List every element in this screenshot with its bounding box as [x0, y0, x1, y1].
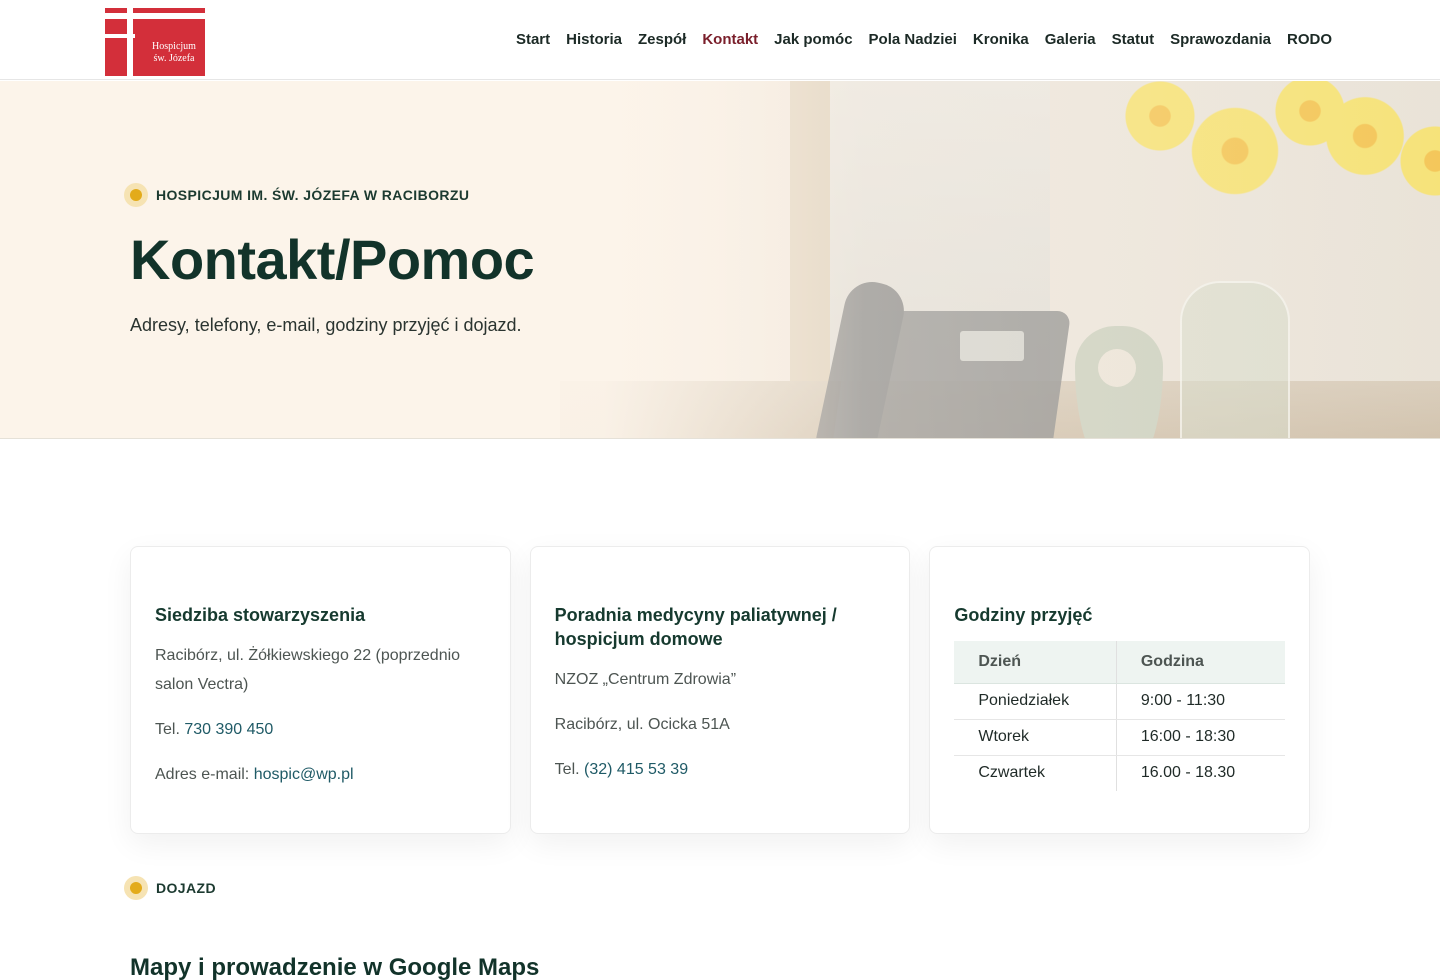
phone-label: Tel. [554, 761, 585, 778]
card-association-email: Adres e-mail: hospic@wp.pl [155, 760, 486, 789]
yellow-dot-icon [124, 876, 148, 900]
hours-day: Czwartek [954, 755, 1117, 791]
hero-banner: HOSPICJUM IM. ŚW. JÓZEFA W RACIBORZU Kon… [0, 81, 1440, 439]
site-header: Hospicjum św. Józefa Start Historia Zesp… [0, 0, 1440, 80]
association-phone-link[interactable]: 730 390 450 [184, 721, 273, 738]
hours-time: 16.00 - 18.30 [1140, 764, 1236, 782]
main-nav: Start Historia Zespół Kontakt Jak pomóc … [508, 30, 1340, 50]
logo-cross-bar [105, 13, 205, 19]
card-association-title: Siedziba stowarzyszenia [155, 605, 366, 625]
hero-eyebrow-text: HOSPICJUM IM. ŚW. JÓZEFA W RACIBORZU [156, 187, 470, 203]
hospice-logo[interactable]: Hospicjum św. Józefa [105, 8, 205, 76]
hours-day: Poniedziałek [954, 683, 1117, 720]
nav-item-galeria[interactable]: Galeria [1037, 30, 1104, 50]
logo-text: Hospicjum św. Józefa [145, 41, 203, 65]
nav-item-kontakt[interactable]: Kontakt [694, 30, 766, 50]
page-title: Kontakt/Pomoc [130, 228, 535, 291]
column-header-hour: Godzina [1116, 641, 1286, 684]
card-clinic-title: Poradnia medycyny paliatywnej / hospicju… [554, 605, 837, 649]
email-label: Adres e-mail: [155, 766, 254, 783]
nav-item-pola-nadziei[interactable]: Pola Nadziei [861, 30, 965, 50]
nav-item-start[interactable]: Start [508, 30, 558, 50]
card-clinic: Poradnia medycyny paliatywnej / hospicju… [529, 546, 911, 834]
nav-item-jak-pomoc[interactable]: Jak pomóc [766, 30, 860, 50]
directions-title: Mapy i prowadzenie w Google Maps [130, 954, 540, 980]
hours-table-header: Dzień Godzina [954, 641, 1286, 684]
directions-eyebrow-text: DOJAZD [156, 880, 216, 896]
card-association-phone: Tel. 730 390 450 [155, 715, 486, 744]
clinic-phone-link[interactable]: (32) 415 53 39 [584, 761, 688, 778]
table-row: Poniedziałek 9:00 - 11:30 [954, 683, 1286, 720]
card-clinic-address: Racibórz, ul. Ocicka 51A [554, 716, 730, 733]
table-row: Wtorek 16:00 - 18:30 [954, 719, 1286, 756]
nav-item-statut[interactable]: Statut [1104, 30, 1163, 50]
association-email-link[interactable]: hospic@wp.pl [254, 766, 354, 783]
card-hours-title: Godziny przyjęć [954, 605, 1093, 625]
hours-table: Dzień Godzina Poniedziałek 9:00 - 11:30 … [954, 641, 1286, 791]
nav-item-zespol[interactable]: Zespół [630, 30, 694, 50]
hours-day: Wtorek [954, 719, 1117, 756]
logo-snake-icon [127, 25, 133, 68]
directions-eyebrow: DOJAZD [124, 876, 216, 900]
card-hours: Godziny przyjęć Dzień Godzina Poniedział… [929, 546, 1311, 834]
card-association: Siedziba stowarzyszenia Racibórz, ul. Żó… [130, 546, 511, 834]
hours-time: 16:00 - 18:30 [1116, 719, 1286, 756]
column-header-day: Dzień [954, 641, 1117, 684]
card-clinic-org: NZOZ „Centrum Zdrowia” [554, 671, 737, 688]
nav-item-rodo[interactable]: RODO [1279, 30, 1340, 50]
logo-line-1: Hospicjum [152, 41, 196, 52]
hero-eyebrow: HOSPICJUM IM. ŚW. JÓZEFA W RACIBORZU [124, 183, 469, 207]
hours-time: 9:00 - 11:30 [1116, 683, 1286, 720]
logo-line-2: św. Józefa [153, 53, 195, 64]
contact-cards: Siedziba stowarzyszenia Racibórz, ul. Żó… [130, 546, 1311, 834]
table-row: Czwartek 16.00 - 18.30 [954, 755, 1285, 791]
card-association-address: Racibórz, ul. Żółkiewskiego 22 (poprzedn… [155, 647, 461, 693]
nav-item-sprawozdania[interactable]: Sprawozdania [1162, 30, 1279, 50]
card-clinic-phone: Tel. (32) 415 53 39 [555, 755, 886, 784]
nav-item-historia[interactable]: Historia [558, 30, 630, 50]
phone-label: Tel. [155, 721, 185, 738]
yellow-dot-icon [124, 183, 148, 207]
nav-item-kronika[interactable]: Kronika [965, 30, 1037, 50]
page-subtitle: Adresy, telefony, e-mail, godziny przyję… [130, 315, 522, 335]
